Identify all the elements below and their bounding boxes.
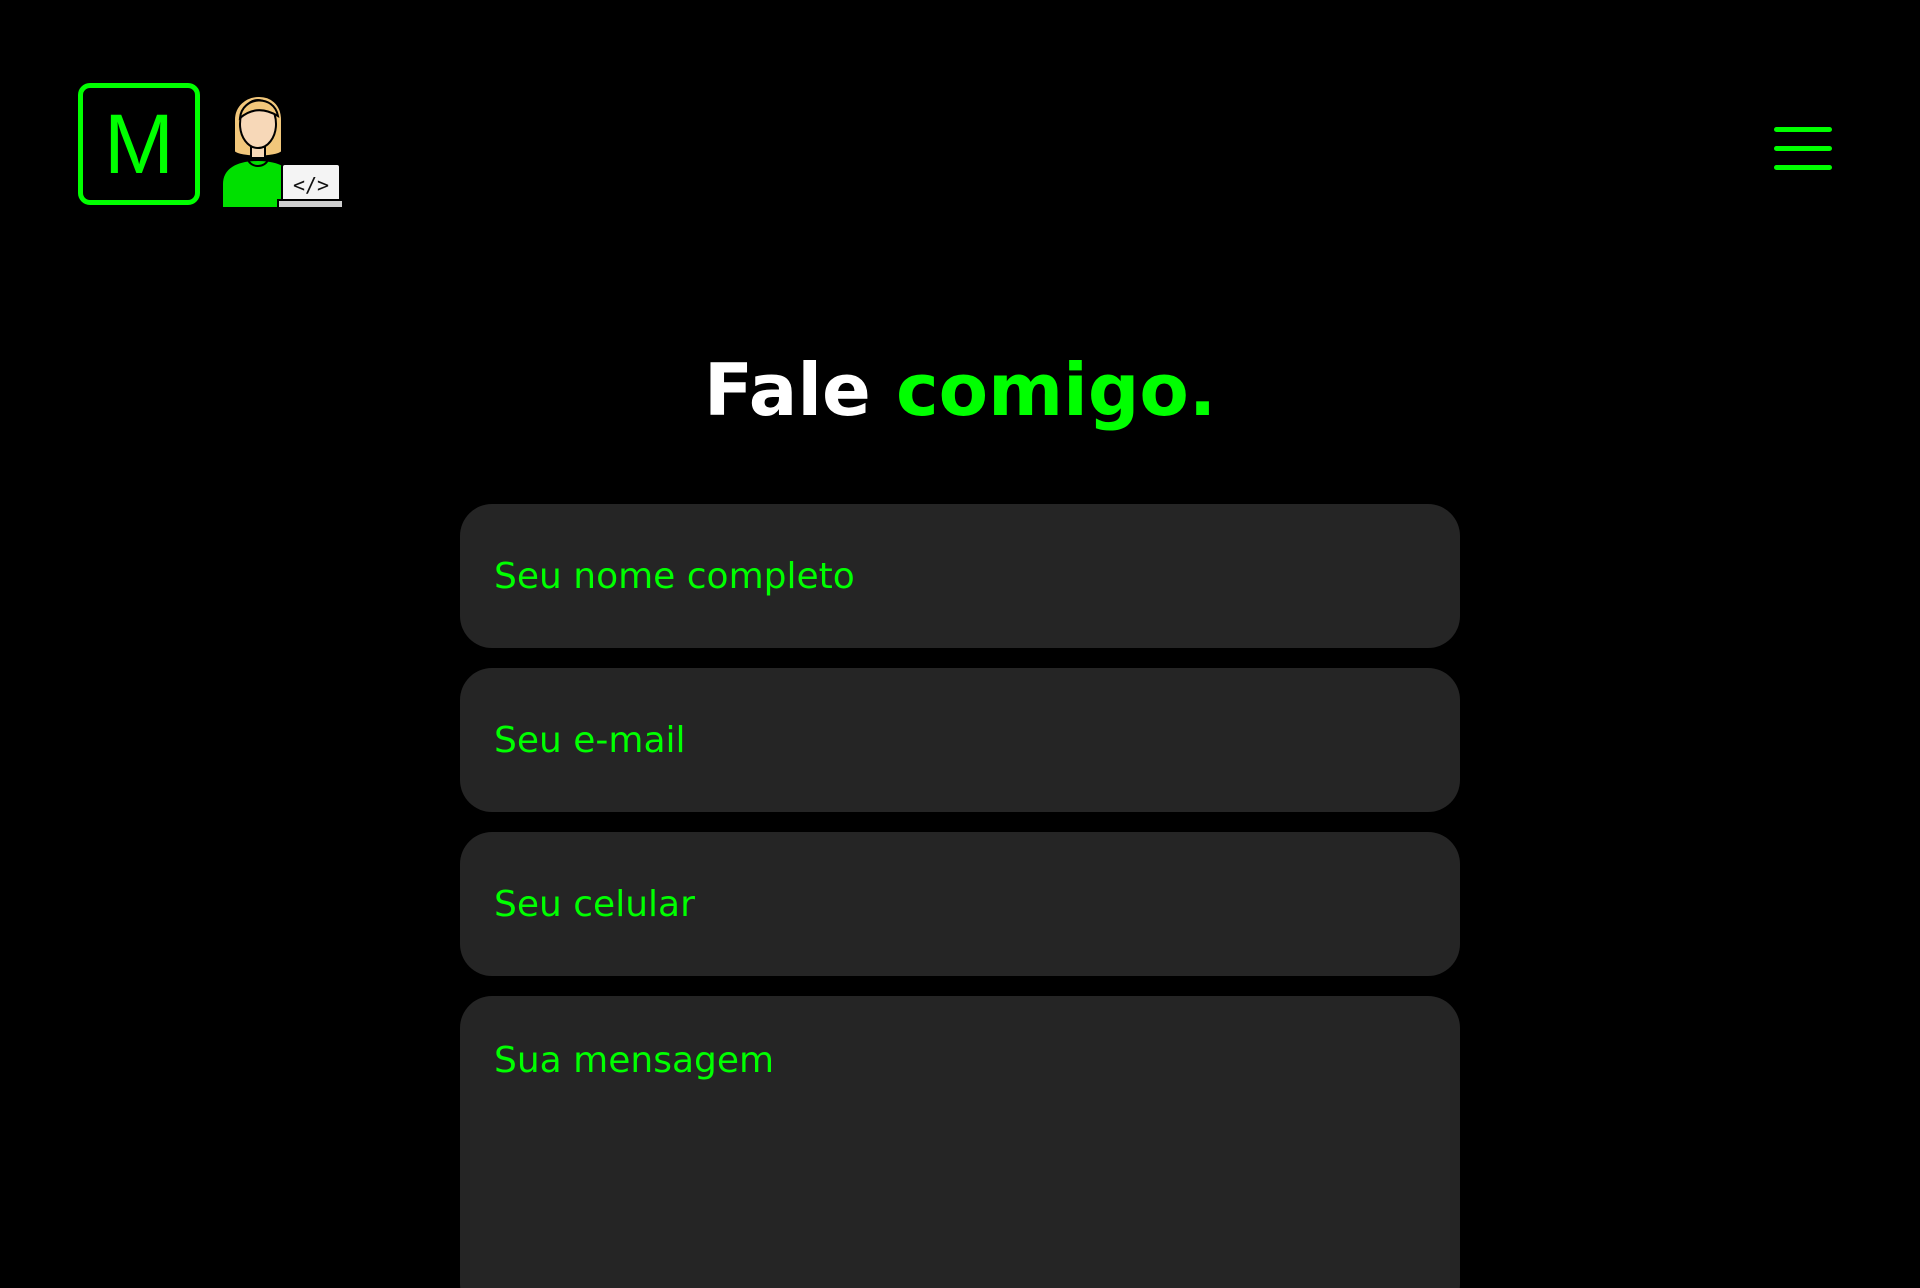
message-textarea[interactable]: Sua mensagem xyxy=(460,996,1460,1288)
menu-bar-top xyxy=(1774,127,1832,132)
email-placeholder: Seu e-mail xyxy=(494,719,686,761)
page-title: Fale comigo. xyxy=(0,345,1920,435)
hamburger-menu-icon[interactable] xyxy=(1774,124,1832,174)
menu-bar-middle xyxy=(1774,146,1832,151)
name-placeholder: Seu nome completo xyxy=(494,555,855,597)
email-field[interactable]: Seu e-mail xyxy=(460,668,1460,812)
menu-bar-bottom xyxy=(1774,165,1832,170)
name-field[interactable]: Seu nome completo xyxy=(460,504,1460,648)
svg-text:</>: </> xyxy=(293,173,329,197)
page: M </> Fale comigo. Seu nome completo Seu… xyxy=(0,0,1920,1288)
site-header: M </> xyxy=(0,0,1920,260)
logo-letter: M xyxy=(104,97,174,191)
logo[interactable]: M xyxy=(78,83,200,205)
phone-field[interactable]: Seu celular xyxy=(460,832,1460,976)
title-part-green: comigo. xyxy=(895,348,1217,432)
developer-avatar-icon: </> xyxy=(221,95,342,209)
phone-placeholder: Seu celular xyxy=(494,883,695,925)
message-placeholder: Sua mensagem xyxy=(494,1040,775,1081)
title-part-white: Fale xyxy=(703,348,871,432)
